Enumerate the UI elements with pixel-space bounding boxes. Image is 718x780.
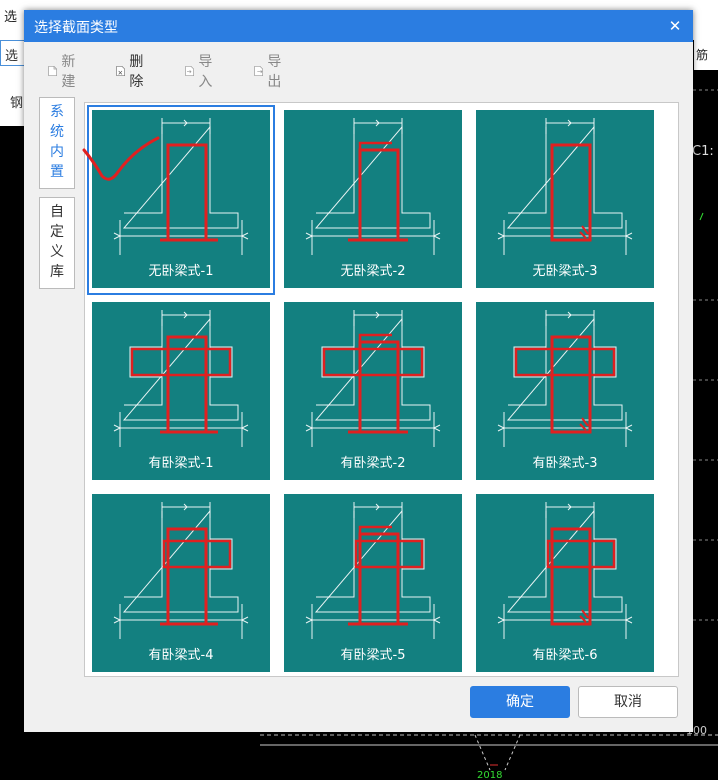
section-thumbnail: 无卧梁式-2 [284, 110, 462, 288]
import-icon [185, 66, 194, 76]
tab-custom-char: 库 [50, 264, 64, 280]
tab-system-builtin[interactable]: 系 统 内 置 [39, 97, 75, 189]
section-thumbnail: 无卧梁式-3 [476, 110, 654, 288]
export-button[interactable]: 导出 [254, 54, 286, 90]
tab-custom-library[interactable]: 自 定 义 库 [39, 197, 75, 289]
section-option-6[interactable]: 有卧梁式-3 [471, 297, 659, 487]
section-option-label: 有卧梁式-1 [148, 456, 214, 471]
cad-label: C1: [692, 144, 714, 159]
section-option-5[interactable]: 有卧梁式-2 [279, 297, 467, 487]
tab-custom-char: 自 [50, 204, 64, 220]
section-option-label: 无卧梁式-1 [148, 264, 214, 279]
import-button-label: 导入 [198, 54, 213, 90]
tab-system-char: 置 [50, 164, 64, 180]
delete-button-label: 删除 [129, 54, 144, 90]
section-option-label: 无卧梁式-2 [340, 264, 406, 279]
section-option-label: 无卧梁式-3 [532, 264, 598, 279]
section-thumbnail: 有卧梁式-6 [476, 494, 654, 672]
tab-custom-char: 义 [50, 244, 64, 260]
delete-file-icon [116, 66, 125, 76]
tab-custom-char: 定 [50, 224, 64, 240]
section-option-8[interactable]: 有卧梁式-5 [279, 489, 467, 676]
section-option-label: 有卧梁式-5 [340, 648, 406, 663]
tab-system-char: 系 [50, 104, 64, 120]
delete-button[interactable]: 删除 [116, 54, 148, 90]
check-mark-annotation [82, 136, 160, 181]
section-option-3[interactable]: 无卧梁式-3 [471, 105, 659, 295]
section-thumbnail: 有卧梁式-4 [92, 494, 270, 672]
close-icon[interactable]: ✕ [663, 14, 687, 38]
section-thumbnail: 有卧梁式-2 [284, 302, 462, 480]
tab-system-char: 统 [50, 124, 64, 140]
section-option-label: 有卧梁式-2 [340, 456, 406, 471]
section-option-2[interactable]: 无卧梁式-2 [279, 105, 467, 295]
import-button[interactable]: 导入 [185, 54, 217, 90]
section-option-label: 有卧梁式-3 [532, 456, 598, 471]
section-type-grid: 无卧梁式-1 无卧梁式-2 无卧梁式-3 有卧梁式-1 有卧梁式-2 有卧梁式-3 有卧梁式… [84, 102, 679, 677]
section-thumbnail: 有卧梁式-1 [92, 302, 270, 480]
dialog-title-bar[interactable]: 选择截面类型 ✕ [24, 10, 693, 42]
export-icon [254, 66, 263, 76]
section-option-7[interactable]: 有卧梁式-4 [87, 489, 275, 676]
export-button-label: 导出 [267, 54, 282, 90]
cad-year-label: 2018 [477, 770, 503, 780]
section-option-label: 有卧梁式-6 [532, 648, 598, 663]
new-button-label: 新建 [61, 54, 76, 90]
ok-button[interactable]: 确定 [470, 686, 570, 718]
new-button[interactable]: 新建 [48, 54, 80, 90]
section-thumbnail: 有卧梁式-5 [284, 494, 462, 672]
cancel-button[interactable]: 取消 [578, 686, 678, 718]
section-option-label: 有卧梁式-4 [148, 648, 214, 663]
section-thumbnail: 有卧梁式-3 [476, 302, 654, 480]
section-option-9[interactable]: 有卧梁式-6 [471, 489, 659, 676]
dialog-title: 选择截面类型 [34, 20, 118, 36]
tab-system-char: 内 [50, 144, 64, 160]
select-section-type-dialog: 选择截面类型 ✕ 新建 删除 导入 导出 系 统 内 置 自 定 义 库 无卧梁… [24, 10, 693, 732]
section-option-4[interactable]: 有卧梁式-1 [87, 297, 275, 487]
new-file-icon [48, 66, 57, 76]
